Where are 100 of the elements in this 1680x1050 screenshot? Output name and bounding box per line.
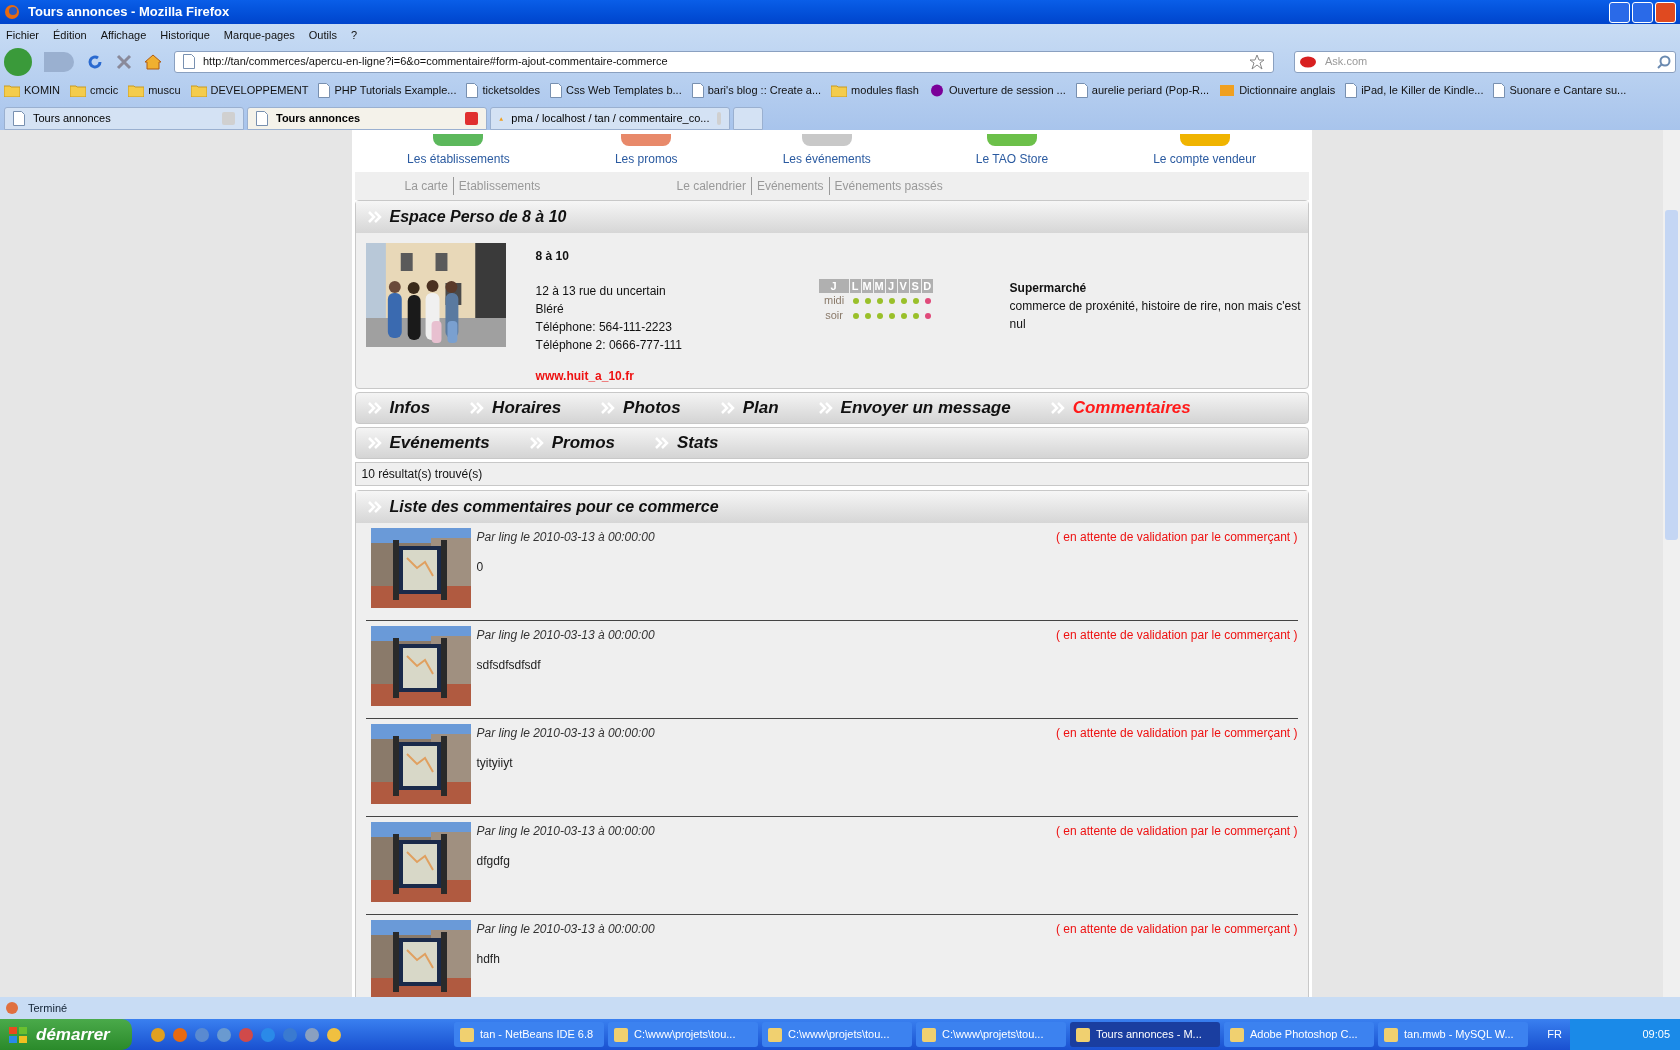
menu-item[interactable]: ? bbox=[350, 27, 358, 44]
comment-status: ( en attente de validation par le commerçant ) bbox=[1056, 921, 1298, 938]
browser-tab[interactable]: Tours annonces bbox=[247, 107, 487, 130]
bookmark[interactable]: modules flash bbox=[831, 82, 919, 99]
menu-item[interactable]: Fichier bbox=[6, 27, 39, 44]
comment-status: ( en attente de validation par le commerçant ) bbox=[1056, 529, 1298, 546]
taskbar-button[interactable]: tan - NetBeans IDE 6.8 bbox=[454, 1022, 604, 1047]
comment-meta: Par ling le 2010-03-13 à 00:00:00 bbox=[476, 823, 655, 840]
comment-text: tyityiiyt bbox=[476, 755, 514, 772]
bookmark[interactable]: Dictionnaire anglais bbox=[1219, 82, 1336, 99]
search-icon[interactable] bbox=[1657, 54, 1671, 69]
close-button[interactable] bbox=[1655, 1, 1676, 23]
site-nav-link[interactable]: Les événements bbox=[782, 134, 871, 168]
shop-tab[interactable]: Envoyer un message bbox=[818, 395, 1011, 421]
shop-tab[interactable]: Infos bbox=[367, 395, 431, 421]
website-link[interactable]: www.huit_a_10.fr bbox=[535, 367, 819, 385]
home-icon[interactable] bbox=[144, 53, 162, 70]
quick-launch-icon[interactable] bbox=[194, 1026, 210, 1043]
comment-status: ( en attente de validation par le commerçant ) bbox=[1056, 627, 1298, 644]
comment-text: 0 bbox=[476, 559, 485, 576]
close-tab-button[interactable] bbox=[465, 112, 478, 125]
menu-item[interactable]: Historique bbox=[160, 27, 210, 44]
forward-button[interactable] bbox=[44, 51, 74, 72]
restore-button[interactable] bbox=[1632, 1, 1653, 23]
bookmark[interactable]: bari's blog :: Create a... bbox=[691, 82, 822, 99]
page-icon bbox=[466, 83, 479, 98]
page-icon bbox=[1345, 83, 1358, 98]
star-icon[interactable] bbox=[1249, 53, 1265, 70]
quick-launch-icon[interactable] bbox=[216, 1026, 232, 1043]
bookmark[interactable]: Css Web Templates b... bbox=[549, 82, 682, 99]
menu-item[interactable]: Affichage bbox=[100, 27, 147, 44]
taskbar-button[interactable]: tan.mwb - MySQL W... bbox=[1378, 1022, 1528, 1047]
status-text: Terminé bbox=[28, 1000, 68, 1016]
taskbar-button[interactable]: Adobe Photoshop C... bbox=[1224, 1022, 1374, 1047]
chevron-icon bbox=[1050, 402, 1065, 414]
comment-meta: Par ling le 2010-03-13 à 00:00:00 bbox=[476, 725, 655, 742]
browser-tab[interactable]: Tours annonces bbox=[4, 107, 244, 130]
menu-item[interactable]: Édition bbox=[53, 27, 87, 44]
quick-launch-icon[interactable] bbox=[172, 1026, 188, 1043]
comment-meta: Par ling le 2010-03-13 à 00:00:00 bbox=[476, 627, 655, 644]
taskbar-button[interactable]: Tours annonces - M... bbox=[1070, 1022, 1220, 1047]
address-field[interactable]: http://tan/commerces/apercu-en-ligne?i=6&o=commentaire#form-ajout-commentaire-commerce bbox=[174, 50, 1274, 73]
chevron-icon bbox=[818, 402, 833, 414]
shop-tab[interactable]: Promos bbox=[529, 430, 615, 456]
taskbar-button[interactable]: C:\www\projets\tou... bbox=[762, 1022, 912, 1047]
page-icon bbox=[691, 83, 704, 98]
schedule-label: soir bbox=[824, 308, 844, 324]
bookmark[interactable]: ticketsoldes bbox=[466, 82, 540, 99]
menu-item[interactable]: Outils bbox=[308, 27, 337, 44]
quick-launch-icon[interactable] bbox=[326, 1026, 342, 1043]
page-icon bbox=[256, 111, 268, 126]
comment-meta: Par ling le 2010-03-13 à 00:00:00 bbox=[476, 921, 655, 938]
bookmark[interactable]: aurelie periard (Pop-R... bbox=[1075, 82, 1210, 99]
clock: 09:05 bbox=[1642, 1027, 1670, 1043]
shop-tab[interactable]: Photos bbox=[601, 395, 681, 421]
day-label: D bbox=[921, 279, 933, 293]
bookmark[interactable]: PHP Tutorials Example... bbox=[318, 82, 457, 99]
day-label: V bbox=[897, 279, 909, 293]
bookmark[interactable]: DEVELOPPEMENT bbox=[190, 82, 309, 99]
panel-title: Liste des commentaires pour ce commerce bbox=[389, 497, 719, 517]
scrollbar[interactable] bbox=[1663, 130, 1680, 997]
menu-item[interactable]: Marque-pages bbox=[223, 27, 295, 44]
firefox-icon bbox=[4, 4, 20, 20]
bookmark[interactable]: Suonare e Cantare su... bbox=[1493, 82, 1627, 99]
site-nav-link[interactable]: Les établissements bbox=[407, 134, 510, 168]
page-icon bbox=[183, 54, 195, 69]
day-label: M bbox=[873, 279, 885, 293]
browser-tab[interactable]: pma / localhost / tan / commentaire_co... bbox=[490, 107, 730, 130]
chevron-icon bbox=[601, 402, 616, 414]
new-tab-button[interactable] bbox=[733, 107, 763, 130]
bookmark[interactable]: Ouverture de session ... bbox=[929, 82, 1066, 99]
taskbar-button[interactable]: C:\www\projets\tou... bbox=[608, 1022, 758, 1047]
site-nav-link[interactable]: Le TAO Store bbox=[975, 134, 1049, 168]
quick-launch-icon[interactable] bbox=[304, 1026, 320, 1043]
shop-tab[interactable]: Stats bbox=[654, 430, 719, 456]
shop-tab[interactable]: Evénements bbox=[367, 430, 490, 456]
start-button[interactable]: démarrer bbox=[0, 1019, 132, 1050]
site-nav-link[interactable]: Les promos bbox=[614, 134, 678, 168]
stop-icon[interactable] bbox=[116, 53, 132, 70]
bookmark[interactable]: KOMIN bbox=[4, 82, 61, 99]
taskbar-button[interactable]: C:\www\projets\tou... bbox=[916, 1022, 1066, 1047]
shop-tab[interactable]: Horaires bbox=[470, 395, 562, 421]
day-label: S bbox=[909, 279, 921, 293]
windows-logo-icon bbox=[8, 1025, 28, 1044]
bookmark[interactable]: iPad, le Killer de Kindle... bbox=[1345, 82, 1484, 99]
site-nav-link[interactable]: Le compte vendeur bbox=[1153, 134, 1256, 168]
page-icon bbox=[318, 83, 331, 98]
page-icon bbox=[1075, 83, 1088, 98]
comment-status: ( en attente de validation par le commerçant ) bbox=[1056, 823, 1298, 840]
minimize-button[interactable] bbox=[1609, 1, 1630, 23]
address-line: 12 à 13 rue du uncertain bbox=[535, 283, 667, 300]
bookmark[interactable]: muscu bbox=[128, 82, 181, 99]
back-button[interactable] bbox=[4, 47, 32, 76]
address-line: Téléphone 2: 0666-777-111 bbox=[535, 337, 683, 354]
shop-tab[interactable]: Plan bbox=[720, 395, 779, 421]
comment-text: dfgdfg bbox=[476, 853, 511, 870]
quick-launch-icon[interactable] bbox=[260, 1026, 276, 1043]
comment-text: hdfh bbox=[476, 951, 501, 968]
quick-launch-icon[interactable] bbox=[150, 1026, 166, 1043]
bookmark[interactable]: cmcic bbox=[70, 82, 119, 99]
